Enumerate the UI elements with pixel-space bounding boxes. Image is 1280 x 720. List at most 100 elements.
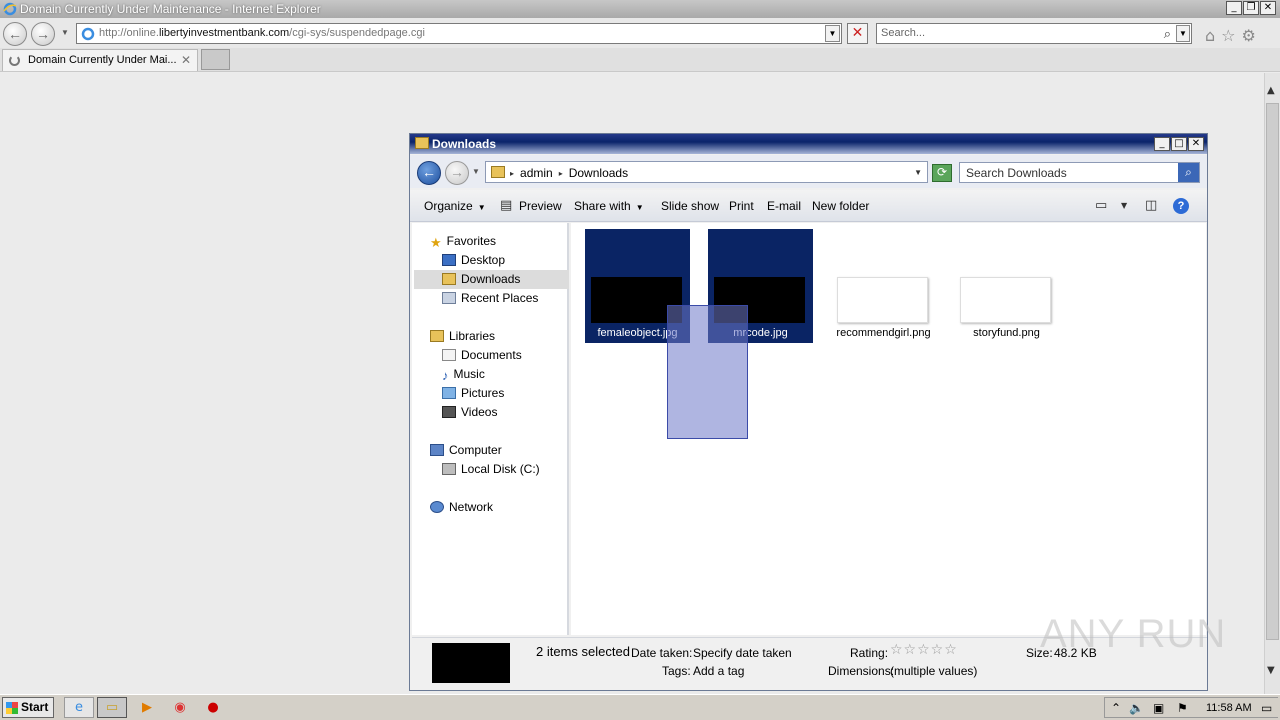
address-dropdown-button[interactable]: ▼ xyxy=(825,25,840,42)
downloads-folder-icon xyxy=(491,166,505,178)
taskbar-chrome-icon[interactable]: ◉ xyxy=(165,697,195,718)
chevron-right-icon[interactable]: ▸ xyxy=(559,169,563,178)
nav-favorites[interactable]: ★ Favorites xyxy=(430,234,496,250)
volume-icon[interactable]: 🔈 xyxy=(1129,701,1144,715)
file-item[interactable]: recommendgirl.png xyxy=(831,229,936,343)
explorer-close-button[interactable]: ✕ xyxy=(1188,137,1204,151)
nav-recent-places[interactable]: Recent Places xyxy=(442,291,538,305)
nav-documents[interactable]: Documents xyxy=(442,348,522,362)
history-dropdown-icon[interactable]: ▼ xyxy=(61,28,69,37)
start-button[interactable]: Start xyxy=(2,697,54,718)
taskbar-explorer-icon[interactable]: ▭ xyxy=(97,697,127,718)
music-icon: ♪ xyxy=(442,368,449,383)
taskbar-opera-icon[interactable]: ● xyxy=(198,697,228,718)
change-view-icon[interactable]: ▭ xyxy=(1095,198,1107,213)
dimensions-label: Dimensions: xyxy=(828,664,895,678)
recent-pages-dropdown-icon[interactable]: ▼ xyxy=(472,167,480,176)
chevron-right-icon[interactable]: ▸ xyxy=(510,169,514,178)
tools-gear-icon[interactable]: ⚙ xyxy=(1242,26,1256,45)
tray-expand-icon[interactable]: ⌃ xyxy=(1111,701,1121,715)
clock[interactable]: 11:58 AM xyxy=(1206,702,1252,714)
nav-desktop[interactable]: Desktop xyxy=(442,253,505,267)
address-bar[interactable]: http://online.libertyinvestmentbank.com/… xyxy=(76,23,842,44)
minimize-button[interactable]: _ xyxy=(1226,1,1242,15)
breadcrumb[interactable]: ▸ admin ▸ Downloads ▼ xyxy=(485,161,928,183)
explorer-search-input[interactable] xyxy=(966,166,1171,180)
back-button[interactable]: ← xyxy=(3,22,27,46)
nav-videos[interactable]: Videos xyxy=(442,405,497,419)
explorer-back-button[interactable]: ← xyxy=(417,161,441,185)
nav-downloads[interactable]: Downloads xyxy=(442,272,520,286)
tab-label: Domain Currently Under Mai... xyxy=(28,54,177,66)
view-dropdown-icon[interactable]: ▼ xyxy=(1121,201,1127,210)
network-icon xyxy=(430,501,444,513)
selection-count: 2 items selected xyxy=(536,644,630,659)
nav-network[interactable]: Network xyxy=(430,500,493,514)
computer-icon xyxy=(430,444,444,456)
new-folder-button[interactable]: New folder xyxy=(812,199,869,213)
restore-button[interactable]: ❐ xyxy=(1243,1,1259,15)
scroll-up-arrow-icon[interactable]: ▲ xyxy=(1267,85,1275,96)
taskbar-media-player-icon[interactable]: ▶ xyxy=(132,697,162,718)
refresh-button[interactable]: ⟳ xyxy=(932,164,952,182)
explorer-maximize-button[interactable]: □ xyxy=(1171,137,1187,151)
help-icon[interactable]: ? xyxy=(1173,198,1189,214)
breadcrumb-downloads[interactable]: Downloads xyxy=(569,166,628,180)
explorer-search-box[interactable]: ⌕ xyxy=(959,162,1200,183)
path-dropdown-icon[interactable]: ▼ xyxy=(914,168,922,177)
preview-button[interactable]: Preview xyxy=(519,199,562,213)
forward-button[interactable]: → xyxy=(31,22,55,46)
taskbar-ie-icon[interactable]: e xyxy=(64,697,94,718)
power-icon[interactable]: ▣ xyxy=(1153,701,1164,715)
close-button[interactable]: ✕ xyxy=(1260,1,1276,15)
date-taken-value[interactable]: Specify date taken xyxy=(693,646,792,660)
stop-button[interactable]: ✕ xyxy=(847,23,868,44)
selection-rectangle xyxy=(667,305,748,439)
home-icon[interactable]: ⌂ xyxy=(1205,26,1215,45)
watermark-logo: ANY RUN xyxy=(1040,612,1227,656)
scroll-down-arrow-icon[interactable]: ▼ xyxy=(1267,665,1275,676)
search-box[interactable]: ⌕ ▼ xyxy=(876,23,1192,44)
date-taken-label: Date taken: xyxy=(631,646,693,660)
file-list[interactable]: femaleobject.jpg mrcode.jpg recommendgir… xyxy=(571,223,1206,635)
rating-label: Rating: xyxy=(850,646,889,660)
nav-music[interactable]: ♪ Music xyxy=(442,367,485,383)
hard-disk-icon xyxy=(442,463,456,475)
file-item[interactable]: storyfund.png xyxy=(954,229,1059,343)
explorer-forward-button[interactable]: → xyxy=(445,161,469,185)
slide-show-button[interactable]: Slide show xyxy=(661,199,719,213)
nav-local-disk[interactable]: Local Disk (C:) xyxy=(442,462,540,476)
taskbar: Start e ▭ ▶ ◉ ● ⌃ 🔈 ▣ ⚑ 11:58 AM ▭ xyxy=(0,694,1280,720)
url-text[interactable]: http://online.libertyinvestmentbank.com/… xyxy=(99,27,425,39)
file-name: storyfund.png xyxy=(973,327,1040,339)
search-icon[interactable]: ⌕ xyxy=(1164,26,1171,42)
tags-value[interactable]: Add a tag xyxy=(693,664,744,678)
favorites-star-icon[interactable]: ☆ xyxy=(1221,26,1235,45)
explorer-address-area: ← → ▼ ▸ admin ▸ Downloads ▼ ⟳ ⌕ xyxy=(410,155,1207,188)
print-button[interactable]: Print xyxy=(729,199,754,213)
action-center-flag-icon[interactable]: ⚑ xyxy=(1177,701,1188,715)
search-input[interactable] xyxy=(881,27,1151,39)
search-dropdown-button[interactable]: ▼ xyxy=(1176,25,1190,42)
breadcrumb-admin[interactable]: admin xyxy=(520,166,553,180)
show-desktop-icon[interactable]: ▭ xyxy=(1261,701,1272,715)
email-button[interactable]: E-mail xyxy=(767,199,801,213)
file-thumbnail xyxy=(960,277,1051,323)
organize-menu[interactable]: Organize ▼ xyxy=(424,199,486,213)
preview-pane-icon[interactable]: ◫ xyxy=(1145,198,1157,213)
tab-current[interactable]: Domain Currently Under Mai... ✕ xyxy=(2,49,198,71)
new-tab-button[interactable] xyxy=(201,49,230,70)
file-thumbnail xyxy=(837,277,928,323)
share-with-menu[interactable]: Share with ▼ xyxy=(574,199,644,213)
explorer-minimize-button[interactable]: _ xyxy=(1154,137,1170,151)
tab-close-icon[interactable]: ✕ xyxy=(181,53,191,67)
scrollbar-thumb[interactable] xyxy=(1266,103,1279,640)
search-icon[interactable]: ⌕ xyxy=(1178,163,1199,182)
nav-computer[interactable]: Computer xyxy=(430,443,502,457)
nav-pictures[interactable]: Pictures xyxy=(442,386,504,400)
rating-stars-icon[interactable]: ☆☆☆☆☆ xyxy=(890,642,958,658)
pictures-icon xyxy=(442,387,456,399)
vertical-scrollbar[interactable]: ▲ ▼ xyxy=(1264,73,1280,694)
nav-libraries[interactable]: Libraries xyxy=(430,329,495,343)
ie-window-title: Domain Currently Under Maintenance - Int… xyxy=(20,2,321,16)
